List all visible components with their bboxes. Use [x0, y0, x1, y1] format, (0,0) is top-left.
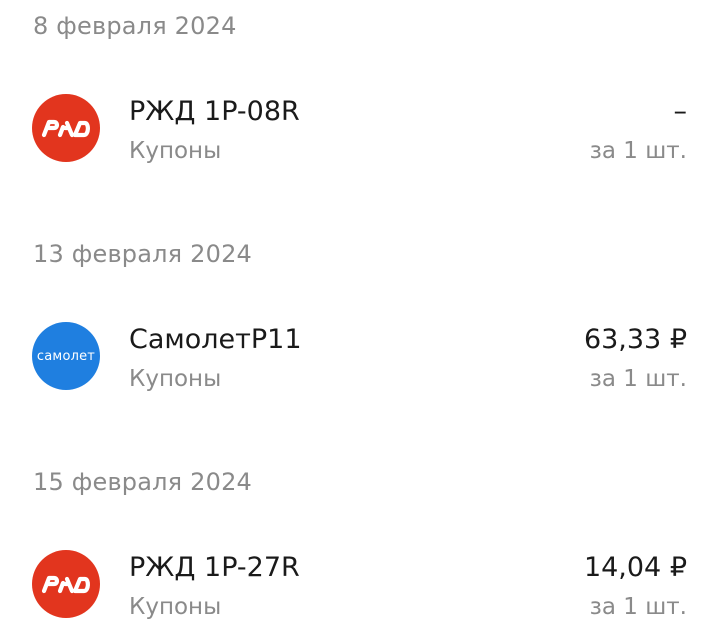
rzd-logo-icon — [32, 94, 100, 162]
payment-row[interactable]: РЖД 1P-27R Купоны 14,04 ₽ за 1 шт. — [0, 550, 720, 630]
payment-amount: 63,33 ₽ — [583, 324, 687, 355]
payment-unit: за 1 шт. — [589, 138, 687, 164]
date-header: 8 февраля 2024 — [33, 12, 237, 40]
payment-unit: за 1 шт. — [589, 594, 687, 620]
samolet-logo-text: самолет — [36, 348, 96, 364]
payment-type: Купоны — [129, 594, 222, 620]
date-header: 15 февраля 2024 — [33, 468, 253, 496]
payment-amount: – — [673, 96, 688, 127]
payment-unit: за 1 шт. — [589, 366, 687, 392]
payment-type: Купоны — [129, 366, 222, 392]
security-name: РЖД 1P-08R — [129, 96, 300, 127]
date-header: 13 февраля 2024 — [33, 240, 253, 268]
payment-amount: 14,04 ₽ — [583, 552, 687, 583]
rzd-logo-icon — [32, 550, 100, 618]
payment-type: Купоны — [129, 138, 222, 164]
security-name: РЖД 1P-27R — [129, 552, 300, 583]
payment-row[interactable]: самолет СамолетР11 Купоны 63,33 ₽ за 1 ш… — [0, 322, 720, 402]
security-name: СамолетР11 — [129, 324, 302, 355]
payment-row[interactable]: РЖД 1P-08R Купоны – за 1 шт. — [0, 94, 720, 174]
samolet-logo-icon: самолет — [32, 322, 100, 390]
